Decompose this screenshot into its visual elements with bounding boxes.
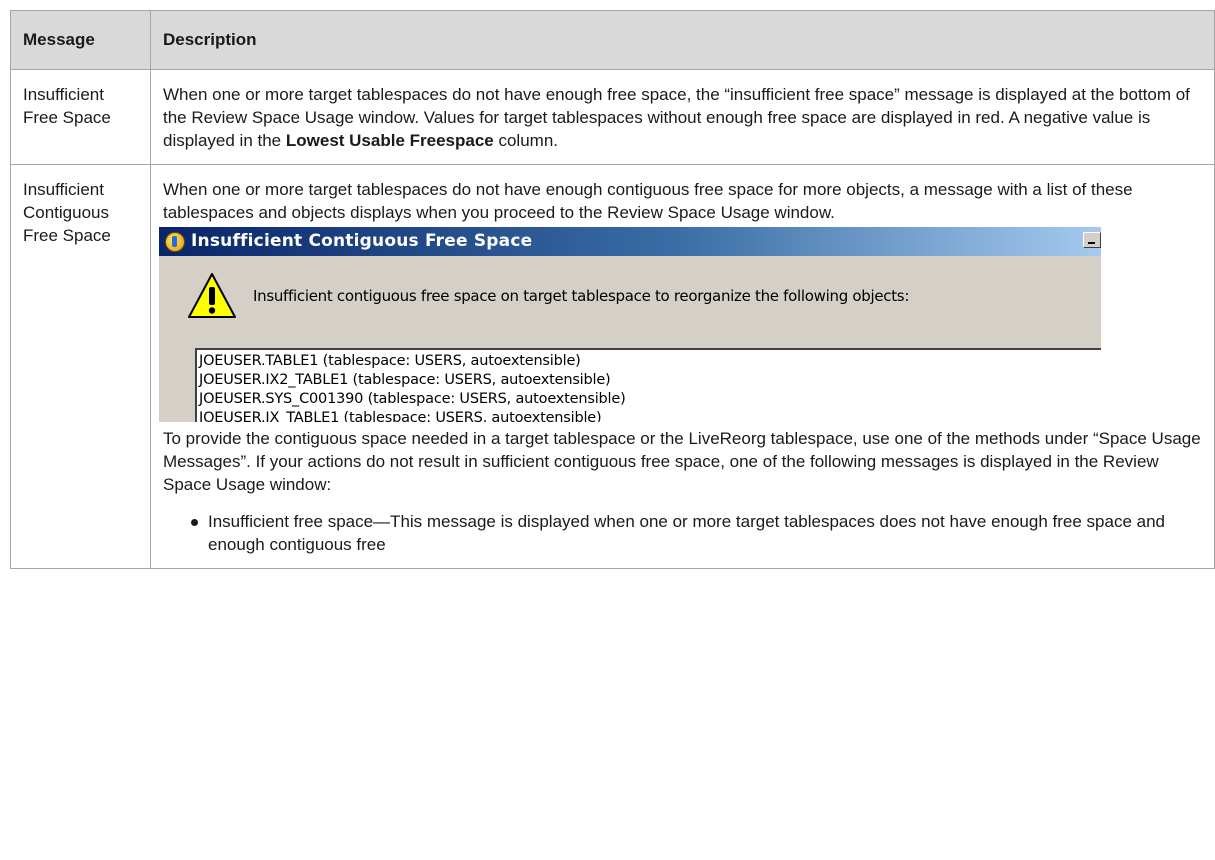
list-item: JOEUSER.SYS_C001390 (tablespace: USERS, … bbox=[199, 391, 626, 407]
description-after: To provide the contiguous space needed i… bbox=[163, 429, 1201, 494]
header-message: Message bbox=[10, 10, 151, 70]
dialog-screenshot: Insufficient Contiguous Free Space Insuf… bbox=[159, 227, 1101, 422]
row-description: When one or more target tablespaces do n… bbox=[150, 164, 1215, 569]
row-description: When one or more target tablespaces do n… bbox=[150, 69, 1215, 165]
minimize-icon bbox=[1083, 232, 1101, 248]
messages-table: Message Description Insufficient Free Sp… bbox=[10, 10, 1215, 569]
objects-list: JOEUSER.TABLE1 (tablespace: USERS, autoe… bbox=[195, 348, 1101, 422]
description-paragraph: When one or more target tablespaces do n… bbox=[163, 85, 1190, 150]
dialog-title: Insufficient Contiguous Free Space bbox=[191, 231, 533, 251]
list-item: JOEUSER.IX2_TABLE1 (tablespace: USERS, a… bbox=[199, 372, 611, 388]
warning-icon bbox=[188, 273, 236, 318]
header-description: Description bbox=[150, 10, 1215, 70]
dialog-message: Insufficient contiguous free space on ta… bbox=[253, 287, 910, 305]
table-row: Insufficient Free Space When one or more… bbox=[10, 69, 1215, 165]
table-row: Insufficient Contiguous Free Space When … bbox=[10, 164, 1215, 569]
table-header-row: Message Description bbox=[10, 10, 1215, 70]
messages-bullet-list: Insufficient free space—This message is … bbox=[163, 510, 1202, 556]
description-intro: When one or more target tablespaces do n… bbox=[163, 180, 1133, 222]
list-item: JOEUSER.TABLE1 (tablespace: USERS, autoe… bbox=[199, 353, 581, 369]
list-item: JOEUSER.IX_TABLE1 (tablespace: USERS, au… bbox=[199, 410, 602, 422]
row-message: Insufficient Free Space bbox=[10, 69, 151, 165]
row-message: Insufficient Contiguous Free Space bbox=[10, 164, 151, 569]
dialog-title-bar: Insufficient Contiguous Free Space bbox=[159, 227, 1101, 256]
app-icon bbox=[165, 231, 185, 252]
bullet-item: Insufficient free space—This message is … bbox=[191, 510, 1202, 556]
column-name: Lowest Usable Freespace bbox=[285, 131, 494, 150]
